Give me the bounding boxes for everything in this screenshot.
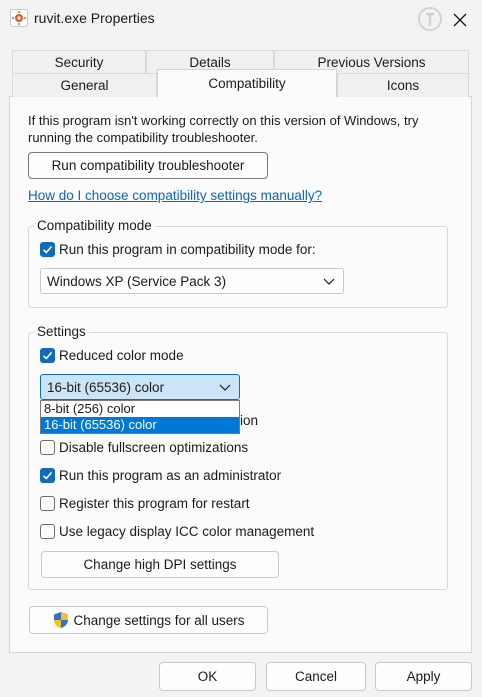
button-label: Change high DPI settings	[83, 557, 237, 572]
button-label: Cancel	[294, 669, 338, 684]
window-title: ruvit.exe Properties	[34, 10, 155, 26]
checkbox-checked-icon	[40, 468, 55, 483]
register-restart-checkbox[interactable]: Register this program for restart	[40, 496, 250, 511]
color-depth-select[interactable]: 16-bit (65536) color	[40, 374, 240, 400]
reduced-color-checkbox[interactable]: Reduced color mode	[40, 348, 184, 363]
tab-security[interactable]: Security	[12, 50, 146, 74]
chevron-down-icon	[323, 274, 335, 289]
button-label: OK	[197, 669, 218, 684]
close-button[interactable]	[444, 6, 476, 34]
checkbox-checked-icon	[40, 348, 55, 363]
checkbox-label: Use legacy display ICC color management	[59, 524, 315, 539]
settings-group-label: Settings	[34, 324, 89, 339]
tab-general[interactable]: General	[12, 73, 157, 97]
tab-label: General	[60, 78, 109, 93]
button-label: Apply	[406, 669, 441, 684]
color-depth-dropdown-list: 8-bit (256) color 16-bit (65536) color	[40, 400, 240, 434]
checkbox-label: Run this program as an administrator	[59, 468, 282, 483]
change-settings-all-users-button[interactable]: Change settings for all users	[29, 606, 268, 634]
tab-label: Previous Versions	[317, 55, 426, 70]
select-value: 16-bit (65536) color	[47, 379, 165, 395]
legacy-icc-checkbox[interactable]: Use legacy display ICC color management	[40, 524, 314, 539]
tab-label: Details	[189, 55, 231, 70]
disable-fullscreen-checkbox[interactable]: Disable fullscreen optimizations	[40, 440, 248, 455]
cancel-button[interactable]: Cancel	[266, 662, 366, 691]
checkbox-label: Run this program in compatibility mode f…	[59, 242, 316, 257]
tab-compatibility[interactable]: Compatibility	[157, 69, 337, 97]
tab-label: Compatibility	[208, 76, 286, 91]
compatibility-description: If this program isn't working correctly …	[28, 113, 419, 145]
uac-shield-icon	[52, 611, 70, 629]
checkbox-checked-icon	[40, 242, 55, 257]
checkbox-label: Reduced color mode	[59, 348, 184, 363]
compatibility-mode-checkbox[interactable]: Run this program in compatibility mode f…	[40, 242, 316, 257]
compatibility-mode-group	[28, 226, 448, 308]
compatibility-mode-group-label: Compatibility mode	[34, 218, 155, 233]
run-troubleshooter-button[interactable]: Run compatibility troubleshooter	[28, 152, 268, 179]
title-bar: ruvit.exe Properties	[0, 0, 482, 38]
tab-label: Security	[54, 55, 104, 70]
checkbox-unchecked-icon	[40, 524, 55, 539]
ok-button[interactable]: OK	[159, 662, 256, 691]
select-value: Windows XP (Service Pack 3)	[47, 273, 227, 289]
application-icon	[10, 9, 28, 27]
occluded-option-text: ion	[240, 413, 259, 428]
button-label: Change settings for all users	[73, 612, 245, 628]
checkbox-unchecked-icon	[40, 496, 55, 511]
chevron-down-icon	[219, 380, 231, 395]
color-option-16bit[interactable]: 16-bit (65536) color	[41, 417, 239, 433]
button-label: Run compatibility troubleshooter	[51, 158, 245, 173]
tab-label: Icons	[386, 78, 420, 93]
run-as-admin-checkbox[interactable]: Run this program as an administrator	[40, 468, 281, 483]
apply-button[interactable]: Apply	[375, 662, 472, 691]
change-dpi-settings-button[interactable]: Change high DPI settings	[41, 551, 279, 578]
color-option-8bit[interactable]: 8-bit (256) color	[41, 401, 239, 417]
checkbox-label: Disable fullscreen optimizations	[59, 440, 249, 455]
os-version-select[interactable]: Windows XP (Service Pack 3)	[40, 268, 344, 294]
close-icon	[453, 13, 467, 27]
checkbox-unchecked-icon	[40, 440, 55, 455]
compatibility-help-link[interactable]: How do I choose compatibility settings m…	[28, 188, 322, 203]
checkbox-label: Register this program for restart	[59, 496, 250, 511]
tab-icons[interactable]: Icons	[337, 73, 469, 97]
